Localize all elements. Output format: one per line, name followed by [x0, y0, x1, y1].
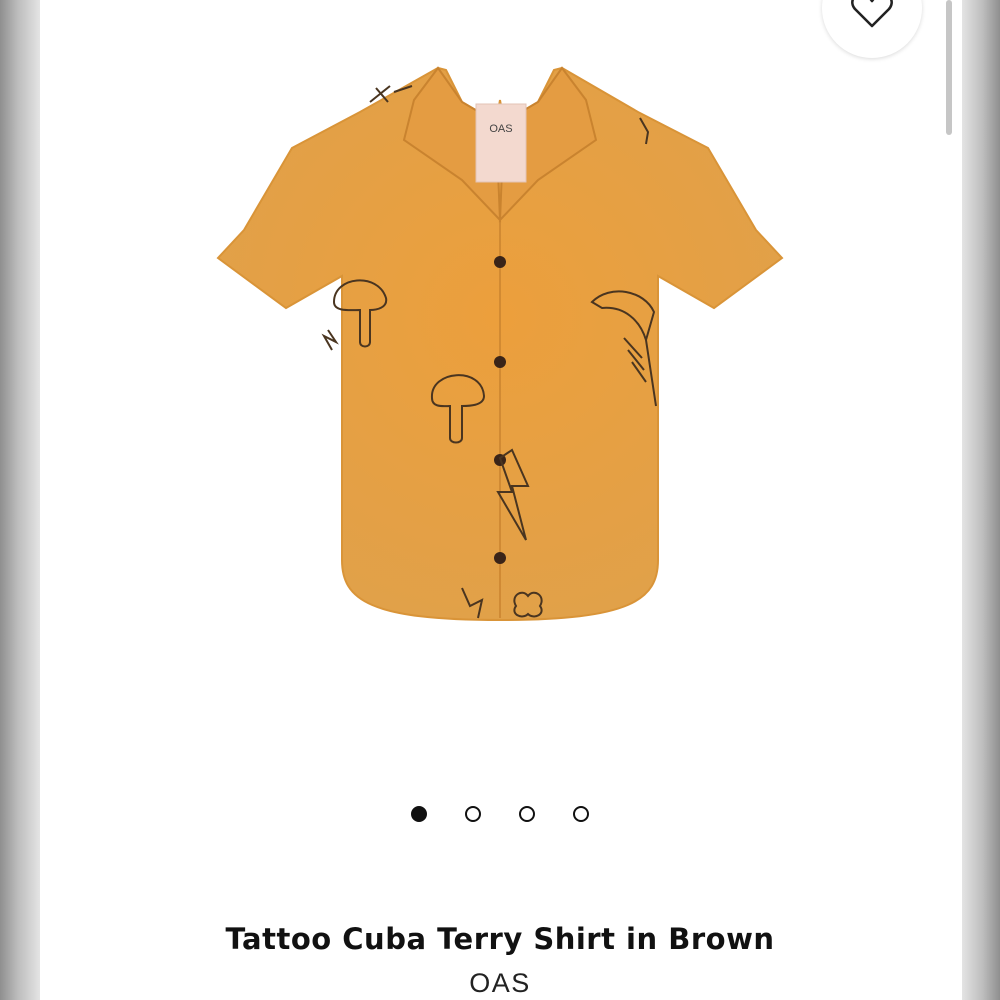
shirt-button — [494, 256, 506, 268]
product-brand[interactable]: OAS — [0, 968, 1000, 999]
scrollbar[interactable] — [946, 0, 952, 135]
gallery-pagination — [0, 806, 1000, 828]
left-backdrop — [0, 0, 40, 1000]
shirt-label-text: OAS — [489, 123, 512, 135]
product-image[interactable]: OAS — [200, 40, 800, 640]
shirt-button — [494, 356, 506, 368]
squiggle-motif — [321, 329, 339, 351]
gallery-dot-4[interactable] — [573, 806, 589, 822]
gallery-dot-2[interactable] — [465, 806, 481, 822]
gallery-dot-3[interactable] — [519, 806, 535, 822]
gallery-dot-1[interactable] — [411, 806, 427, 822]
heart-icon — [851, 0, 893, 28]
shirt-illustration: OAS — [216, 66, 784, 622]
product-title: Tattoo Cuba Terry Shirt in Brown — [225, 922, 775, 956]
shirt-label — [475, 103, 527, 183]
shirt-button — [494, 552, 506, 564]
right-backdrop — [962, 0, 1000, 1000]
